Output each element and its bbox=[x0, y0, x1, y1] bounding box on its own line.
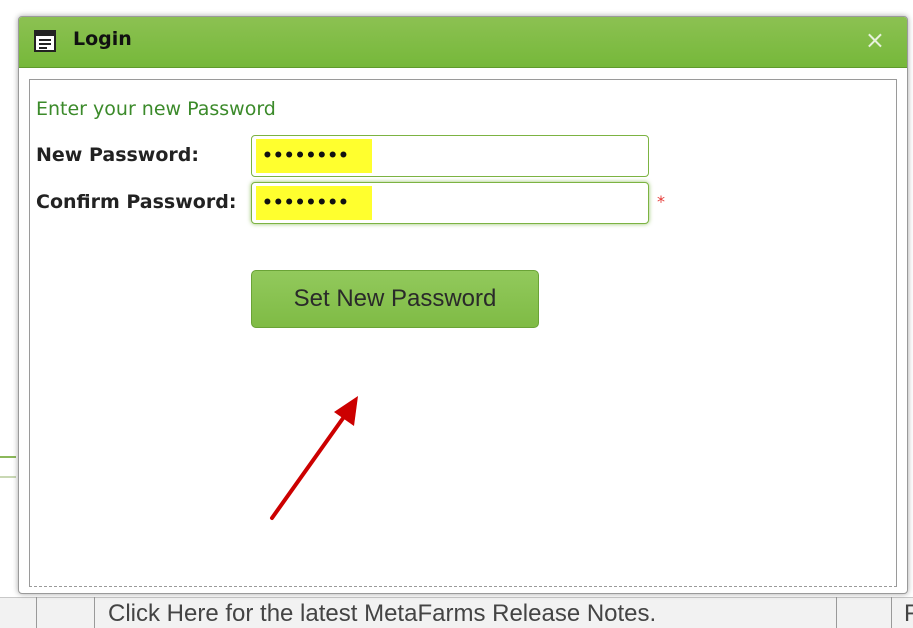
footer-divider bbox=[836, 597, 837, 628]
footer-divider bbox=[94, 597, 95, 628]
dialog-title: Login bbox=[73, 28, 132, 50]
close-icon[interactable]: × bbox=[865, 25, 885, 55]
new-password-value: •••••••• bbox=[256, 139, 372, 173]
confirm-password-value: •••••••• bbox=[256, 186, 372, 220]
password-prompt: Enter your new Password bbox=[36, 98, 276, 120]
confirm-password-label: Confirm Password: bbox=[36, 191, 237, 213]
footer-divider bbox=[891, 597, 892, 628]
footer-trailing-text: F bbox=[904, 600, 913, 627]
login-dialog: Login × Enter your new Password New Pass… bbox=[18, 16, 908, 594]
screen: Click Here for the latest MetaFarms Rele… bbox=[0, 0, 913, 628]
dialog-body: Enter your new Password New Password: ••… bbox=[29, 79, 897, 587]
footer-divider bbox=[36, 597, 37, 628]
dialog-titlebar[interactable]: Login × bbox=[19, 17, 907, 68]
annotation-arrow bbox=[270, 396, 358, 520]
required-marker: * bbox=[657, 192, 665, 211]
confirm-password-field[interactable]: •••••••• bbox=[251, 182, 649, 224]
new-password-field[interactable]: •••••••• bbox=[251, 135, 649, 177]
window-icon bbox=[34, 30, 56, 52]
release-notes-link[interactable]: Click Here for the latest MetaFarms Rele… bbox=[108, 600, 656, 628]
set-new-password-button[interactable]: Set New Password bbox=[251, 270, 539, 328]
new-password-label: New Password: bbox=[36, 144, 199, 166]
background-tab-edge bbox=[0, 456, 16, 478]
